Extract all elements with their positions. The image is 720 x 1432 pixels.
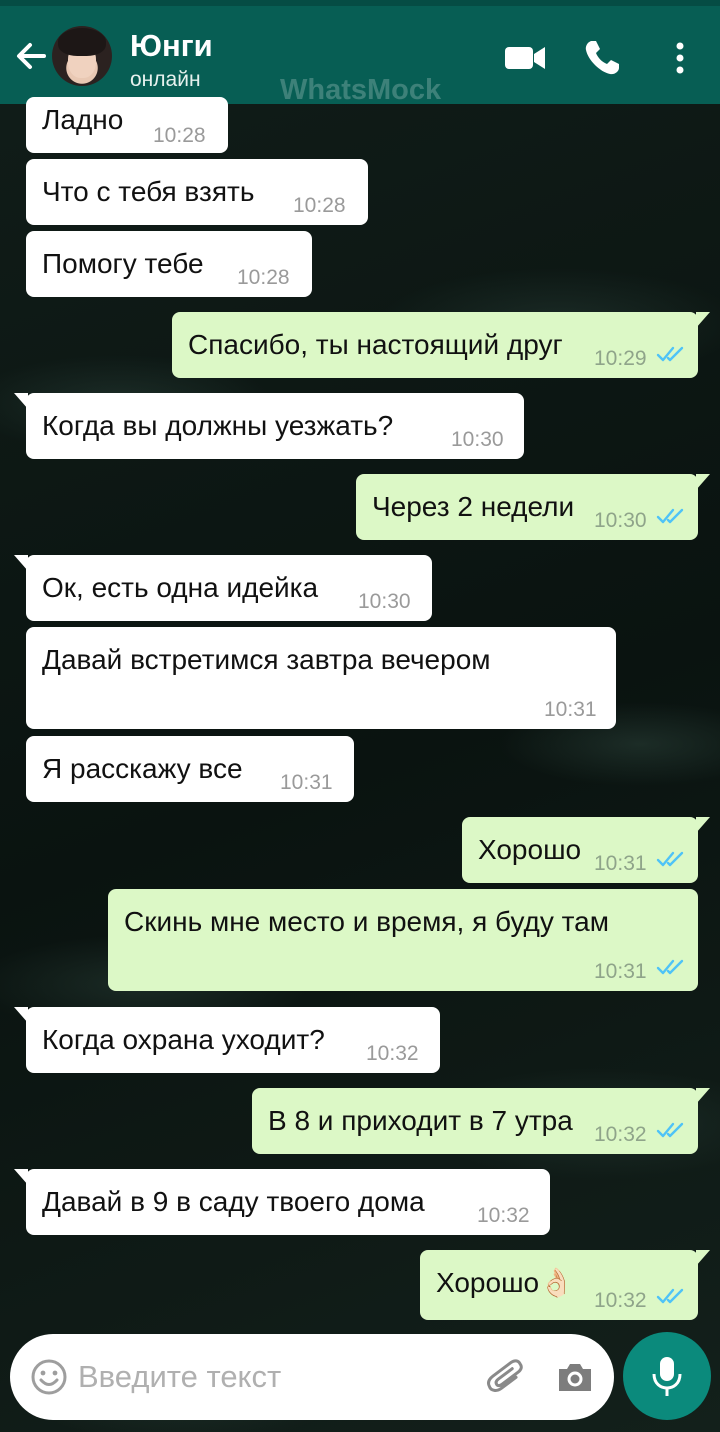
camera-icon[interactable] (554, 1356, 596, 1398)
message-time: 10:31 (280, 771, 333, 794)
incoming-message[interactable]: Я расскажу все 10:31 (26, 736, 354, 802)
voice-message-button[interactable] (623, 1332, 711, 1420)
message-text: Давай встретимся завтра вечером (42, 644, 491, 675)
message-time: 10:28 (293, 194, 346, 217)
message-time: 10:28 (237, 266, 290, 289)
bubble-tail (14, 1169, 28, 1185)
chat-header: Юнги онлайн WhatsMock (0, 0, 720, 106)
message-text: Скинь мне место и время, я буду там (124, 906, 609, 937)
more-options-icon[interactable] (660, 36, 704, 80)
message-input[interactable] (78, 1352, 468, 1402)
incoming-message[interactable]: Давай в 9 в саду твоего дома 10:32 (14, 1169, 550, 1235)
message-time: 10:30 (358, 590, 411, 613)
message-text: Через 2 недели (372, 491, 575, 522)
outgoing-message[interactable]: Хорошо 10:31 (462, 817, 710, 883)
incoming-message[interactable]: Что с тебя взять 10:28 (26, 159, 368, 225)
outgoing-message[interactable]: Через 2 недели 10:30 (356, 474, 710, 540)
contact-avatar[interactable] (52, 26, 112, 86)
message-text: Ладно (42, 104, 124, 135)
outgoing-message[interactable]: Скинь мне место и время, я буду там 10:31 (108, 889, 698, 991)
incoming-message[interactable]: Ок, есть одна идейка 10:30 (14, 555, 432, 621)
message-time: 10:32 (477, 1204, 530, 1227)
back-arrow-icon[interactable] (10, 36, 50, 76)
message-time: 10:32 (594, 1289, 647, 1312)
message-text: Хорошо👌🏻 (436, 1267, 574, 1298)
message-input-bar (10, 1334, 614, 1420)
message-text: Спасибо, ты настоящий друг (188, 329, 563, 360)
message-text: Хорошо (478, 834, 582, 865)
emoji-icon[interactable] (30, 1358, 68, 1396)
bubble-tail (696, 1088, 710, 1104)
message-time: 10:31 (594, 852, 647, 875)
bubble-tail (14, 393, 28, 409)
bubble-tail (696, 474, 710, 490)
message-time: 10:31 (594, 960, 647, 983)
outgoing-message[interactable]: В 8 и приходит в 7 утра 10:32 (252, 1088, 710, 1154)
bubble-tail (14, 555, 28, 571)
message-text: Когда вы должны уезжать? (42, 410, 394, 441)
message-text: Когда охрана уходит? (42, 1024, 325, 1055)
read-receipt-icon (656, 346, 684, 362)
message-time: 10:30 (594, 509, 647, 532)
message-time: 10:32 (366, 1042, 419, 1065)
message-text: В 8 и приходит в 7 утра (268, 1105, 573, 1136)
attach-icon[interactable] (486, 1356, 528, 1398)
incoming-message[interactable]: Ладно 10:28 (26, 97, 228, 153)
message-text: Помогу тебе (42, 248, 204, 279)
outgoing-message[interactable]: Спасибо, ты настоящий друг 10:29 (172, 312, 710, 378)
outgoing-message[interactable]: Хорошо👌🏻 10:32 (420, 1250, 710, 1320)
contact-status: онлайн (130, 68, 201, 91)
read-receipt-icon (656, 1288, 684, 1304)
read-receipt-icon (656, 508, 684, 524)
bubble-tail (696, 312, 710, 328)
incoming-message[interactable]: Когда вы должны уезжать? 10:30 (14, 393, 524, 459)
message-text: Что с тебя взять (42, 176, 255, 207)
microphone-icon (652, 1357, 682, 1396)
read-receipt-icon (656, 851, 684, 867)
phone-call-icon[interactable] (580, 36, 624, 80)
bubble-tail (696, 1250, 710, 1266)
watermark: WhatsMock (280, 74, 442, 106)
video-call-icon[interactable] (503, 36, 547, 80)
incoming-message[interactable]: Давай встретимся завтра вечером 10:31 (26, 627, 616, 729)
message-time: 10:32 (594, 1123, 647, 1146)
message-time: 10:29 (594, 347, 647, 370)
bubble-tail (14, 1007, 28, 1023)
message-text: Я расскажу все (42, 753, 243, 784)
read-receipt-icon (656, 959, 684, 975)
message-text: Ок, есть одна идейка (42, 572, 319, 603)
incoming-message[interactable]: Помогу тебе 10:28 (26, 231, 312, 297)
bubble-tail (696, 817, 710, 833)
read-receipt-icon (656, 1122, 684, 1138)
message-time: 10:28 (153, 124, 206, 147)
message-time: 10:30 (451, 428, 504, 451)
incoming-message[interactable]: Когда охрана уходит? 10:32 (14, 1007, 440, 1073)
message-time: 10:31 (544, 698, 597, 721)
contact-name[interactable]: Юнги (130, 28, 213, 64)
message-text: Давай в 9 в саду твоего дома (42, 1186, 425, 1217)
